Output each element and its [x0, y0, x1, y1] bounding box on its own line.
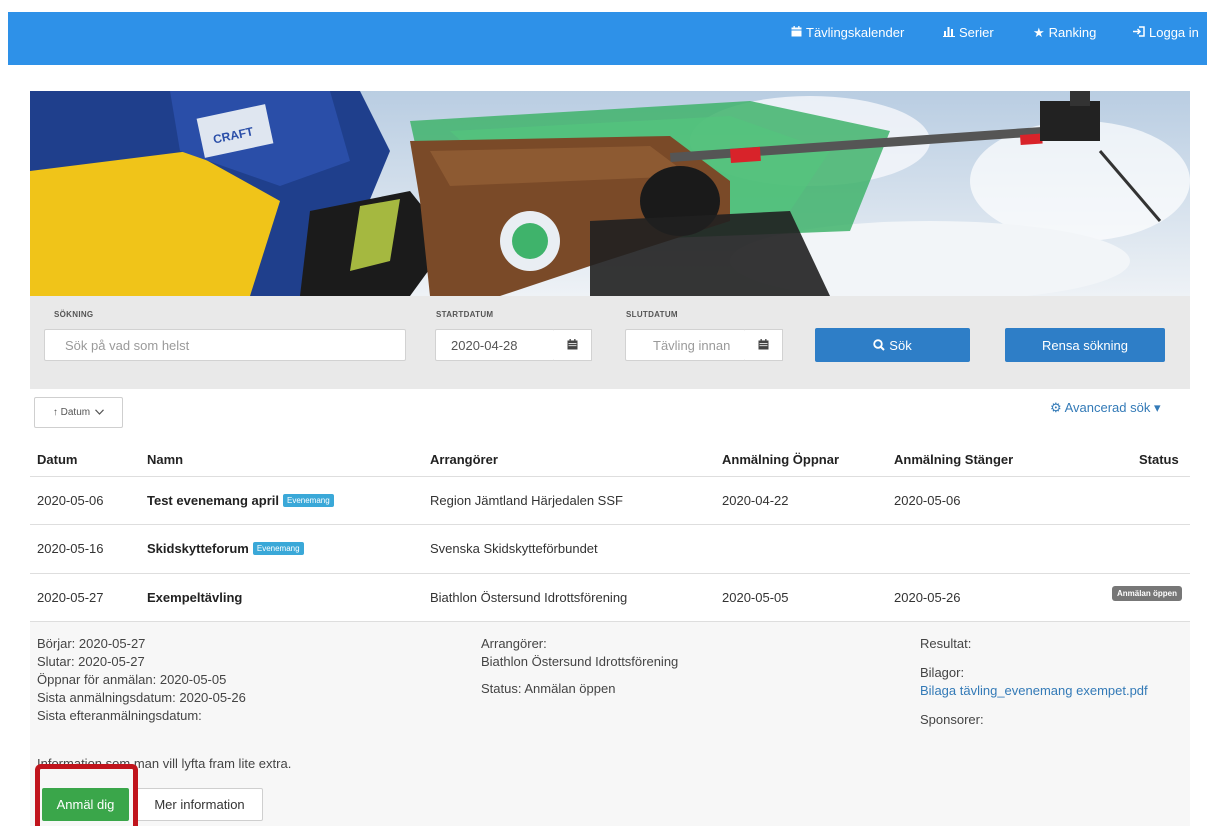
- detail-registration-opens: Öppnar för anmälan: 2020-05-05: [37, 672, 227, 687]
- attachment-link[interactable]: Bilaga tävling_evenemang exempet.pdf: [920, 683, 1148, 698]
- row-name[interactable]: Skidskytteforum Evenemang: [147, 541, 304, 556]
- nav-calendar-link[interactable]: Tävlingskalender: [791, 12, 904, 65]
- sign-in-icon: [1133, 12, 1145, 54]
- column-header-registration-closes[interactable]: Anmälning Stänger: [894, 452, 1013, 467]
- table-row[interactable]: 2020-05-06 Test evenemang april Evenemang…: [30, 476, 1190, 524]
- nav-calendar-label: Tävlingskalender: [806, 25, 905, 40]
- calendar-icon: [791, 12, 802, 54]
- row-organizer: Svenska Skidskytteförbundet: [430, 541, 598, 556]
- start-date-label: STARTDATUM: [436, 310, 494, 319]
- row-registration-opens: 2020-04-22: [722, 493, 789, 508]
- bar-chart-icon: [943, 12, 955, 54]
- row-name-label: Exempeltävling: [147, 590, 243, 605]
- nav-series-link[interactable]: Serier: [943, 12, 994, 65]
- end-date-input[interactable]: [625, 329, 746, 361]
- sort-label: ↑ Datum: [52, 407, 91, 418]
- sort-date-dropdown[interactable]: ↑ Datum: [34, 397, 123, 428]
- advanced-search-label: Avancerad sök: [1064, 400, 1151, 415]
- table-row[interactable]: 2020-05-27 Exempeltävling Biathlon Öster…: [30, 573, 1190, 621]
- calendar-icon: [567, 338, 578, 353]
- row-date: 2020-05-27: [37, 590, 104, 605]
- nav-ranking-label: Ranking: [1048, 25, 1097, 40]
- event-tag: Evenemang: [282, 494, 334, 507]
- nav-ranking-link[interactable]: ★ Ranking: [1033, 12, 1096, 65]
- clear-search-button[interactable]: Rensa sökning: [1005, 328, 1165, 362]
- detail-sponsors-label: Sponsorer:: [920, 712, 984, 727]
- row-name[interactable]: Test evenemang april Evenemang: [147, 493, 334, 508]
- row-registration-closes: 2020-05-06: [894, 493, 961, 508]
- detail-status: Status: Anmälan öppen: [481, 681, 616, 696]
- row-name-label: Skidskytteforum: [147, 541, 249, 556]
- column-header-registration-opens[interactable]: Anmälning Öppnar: [722, 452, 839, 467]
- table-row[interactable]: 2020-05-16 Skidskytteforum Evenemang Sven…: [30, 524, 1190, 573]
- column-header-date[interactable]: Datum: [37, 452, 77, 467]
- detail-ends: Slutar: 2020-05-27: [37, 654, 145, 669]
- register-button[interactable]: Anmäl dig: [42, 788, 129, 821]
- nav-login-label: Logga in: [1149, 25, 1199, 40]
- search-icon: [873, 339, 886, 351]
- start-date-input[interactable]: [435, 329, 555, 361]
- row-organizer: Region Jämtland Härjedalen SSF: [430, 493, 623, 508]
- gear-icon: ⚙: [1050, 400, 1062, 415]
- start-date-calendar-button[interactable]: [554, 329, 592, 361]
- top-navbar: Tävlingskalender Serier ★ Ranking Logga i…: [8, 12, 1207, 65]
- row-organizer: Biathlon Östersund Idrottsförening: [430, 590, 628, 605]
- advanced-search-toggle[interactable]: ⚙ Avancerad sök ▾: [1050, 400, 1160, 416]
- search-label: SÖKNING: [54, 310, 94, 319]
- detail-info-text: Information som man vill lyfta fram lite…: [37, 756, 292, 771]
- search-button-label: Sök: [889, 337, 912, 353]
- end-date-label: SLUTDATUM: [626, 310, 678, 319]
- row-name[interactable]: Exempeltävling: [147, 590, 242, 605]
- search-input[interactable]: [44, 329, 406, 361]
- status-badge: Anmälan öppen: [1111, 586, 1182, 601]
- detail-organizer: Biathlon Östersund Idrottsförening: [481, 654, 679, 669]
- nav-series-label: Serier: [959, 25, 994, 40]
- row-registration-closes: 2020-05-26: [894, 590, 961, 605]
- detail-organizers-label: Arrangörer:: [481, 636, 547, 651]
- detail-late-registration-date: Sista efteranmälningsdatum:: [37, 708, 202, 723]
- row-name-label: Test evenemang april: [147, 493, 279, 508]
- caret-down-icon: ▾: [1153, 400, 1161, 415]
- event-tag: Evenemang: [252, 542, 304, 555]
- detail-results-label: Resultat:: [920, 636, 972, 651]
- end-date-calendar-button[interactable]: [745, 329, 783, 361]
- detail-last-registration-date: Sista anmälningsdatum: 2020-05-26: [37, 690, 246, 705]
- more-info-button[interactable]: Mer information: [136, 788, 263, 821]
- column-header-status[interactable]: Status: [1139, 452, 1179, 467]
- detail-attachments-label: Bilagor:: [920, 665, 965, 680]
- calendar-icon: [758, 338, 769, 353]
- row-date: 2020-05-06: [37, 493, 104, 508]
- star-icon: ★: [1033, 25, 1045, 40]
- row-registration-opens: 2020-05-05: [722, 590, 789, 605]
- hero-banner-image: CRAFT: [30, 91, 1190, 296]
- row-date: 2020-05-16: [37, 541, 104, 556]
- detail-starts: Börjar: 2020-05-27: [37, 636, 146, 651]
- column-header-organizers[interactable]: Arrangörer: [430, 452, 498, 467]
- search-button[interactable]: Sök: [815, 328, 970, 362]
- nav-login-link[interactable]: Logga in: [1133, 12, 1199, 65]
- column-header-name[interactable]: Namn: [147, 452, 183, 467]
- chevron-down-icon: [95, 407, 105, 418]
